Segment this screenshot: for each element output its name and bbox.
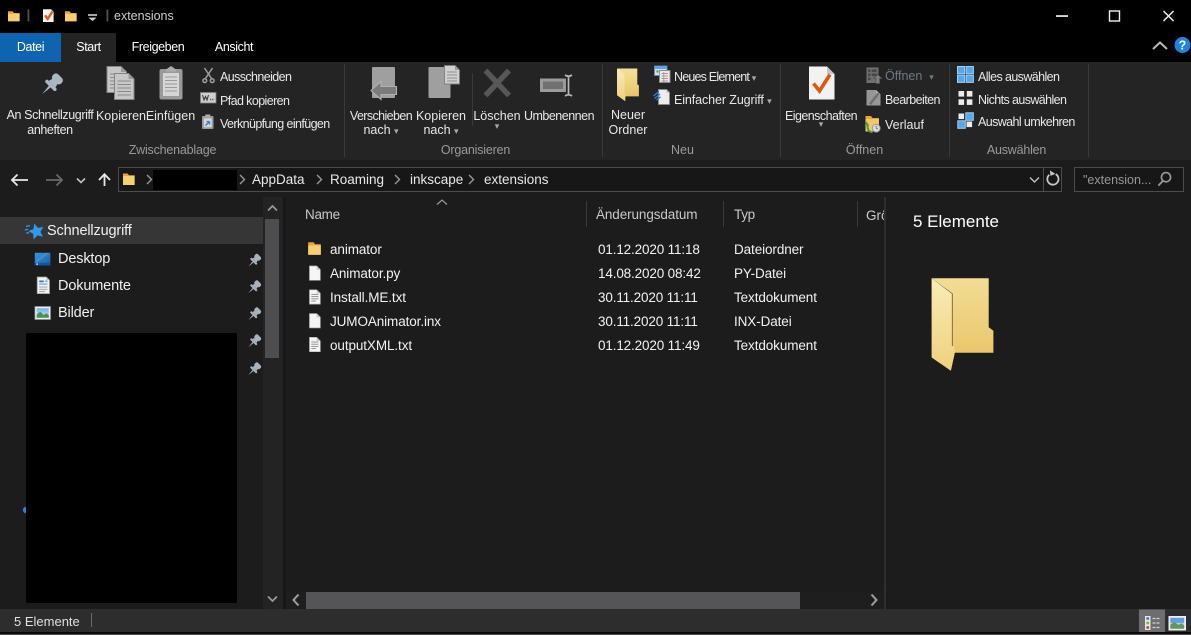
svg-text:?: ? — [1179, 38, 1187, 52]
